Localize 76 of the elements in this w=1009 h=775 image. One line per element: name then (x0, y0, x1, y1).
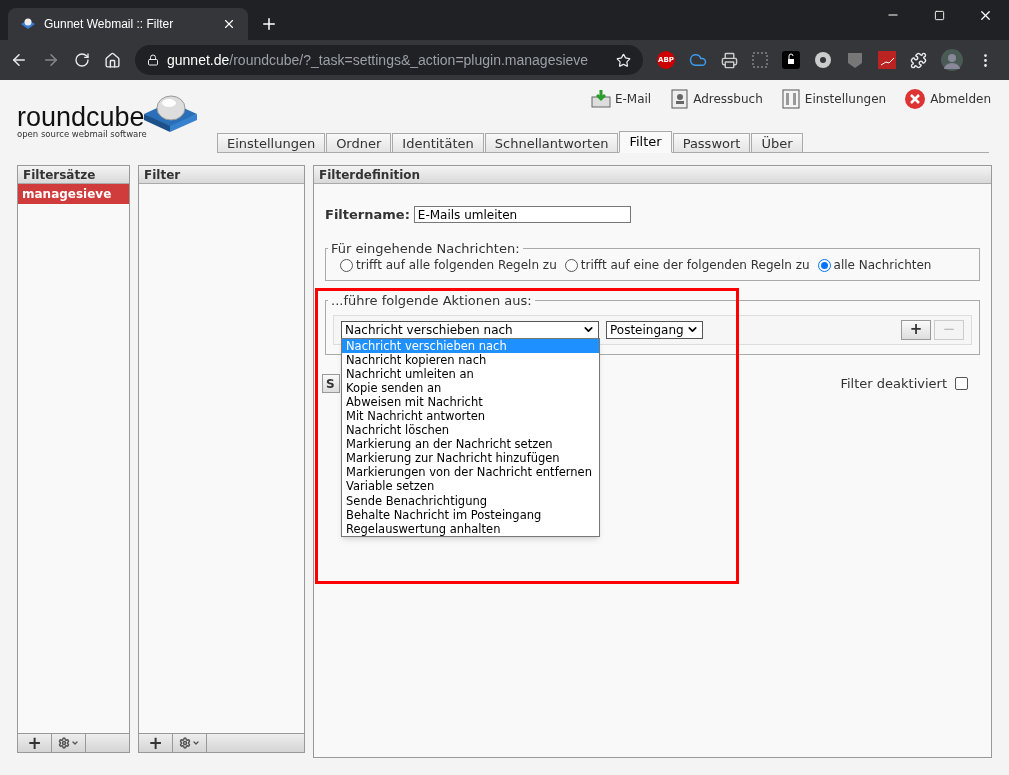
url-text: gunnet.de/roundcube/?_task=settings&_action=plugin.managesieve (167, 50, 590, 70)
switches-icon (780, 89, 801, 109)
unlock-extension-icon[interactable] (782, 51, 800, 69)
chart-extension-icon[interactable] (878, 51, 896, 69)
logo-tagline: open source webmail software (17, 128, 148, 141)
bookmark-star-icon[interactable] (616, 52, 631, 68)
dropdown-option[interactable]: Sende Benachrichtigung (342, 493, 599, 508)
browser-tab[interactable]: Gunnet Webmail :: Filter (8, 8, 248, 40)
settings-tab[interactable]: Schnellantworten (484, 133, 619, 153)
caret-icon (71, 739, 79, 747)
actions-legend: ...führe folgende Aktionen aus: (328, 291, 535, 311)
dropdown-option[interactable]: Nachricht umleiten an (342, 366, 599, 381)
nav-link[interactable]: Einstellungen (780, 88, 887, 110)
extensions-icon[interactable] (910, 51, 927, 69)
nav-link[interactable]: Abmelden (904, 88, 991, 110)
shield-extension-icon[interactable] (846, 51, 864, 69)
address-book-icon (669, 89, 690, 109)
logout-icon (904, 88, 927, 110)
inbox-download-icon (590, 89, 611, 109)
settings-tab[interactable]: Einstellungen (217, 133, 326, 153)
circle-extension-icon[interactable] (814, 51, 832, 69)
match-radio[interactable] (564, 258, 578, 272)
gear-icon (58, 737, 70, 749)
dropdown-option[interactable]: Markierung an der Nachricht setzen (342, 437, 599, 452)
add-button[interactable]: + (139, 734, 173, 752)
cloud-extension-icon[interactable] (689, 51, 707, 69)
printer-extension-icon[interactable] (721, 51, 738, 69)
dropdown-option[interactable]: Markierungen von der Nachricht entfernen (342, 465, 599, 480)
match-radio[interactable] (817, 258, 831, 272)
radio-label: trifft auf eine der folgenden Regeln zu (580, 257, 810, 274)
panel-header: Filter (139, 166, 304, 184)
reload-icon[interactable] (74, 52, 90, 68)
settings-tab[interactable]: Identitäten (392, 133, 484, 153)
app-logo-icon (20, 17, 36, 31)
dropdown-option[interactable]: Kopie senden an (342, 380, 599, 395)
dropdown-option[interactable]: Variable setzen (342, 479, 599, 494)
folder-select[interactable]: Posteingang (606, 320, 703, 339)
filtername-field[interactable]: E-Mails umleiten (413, 206, 631, 224)
forward-icon[interactable] (42, 51, 60, 69)
close-icon[interactable] (222, 17, 236, 31)
dropdown-option[interactable]: Nachricht löschen (342, 423, 599, 438)
action-select[interactable]: Nachricht verschieben nach (341, 320, 599, 339)
caret-icon (192, 739, 200, 747)
new-tab-icon[interactable] (260, 15, 278, 33)
maximize-icon[interactable] (934, 9, 945, 21)
panel-header: Filtersätze (18, 166, 129, 184)
settings-tab[interactable]: Ordner (326, 133, 392, 153)
filtername-label: Filtername: (325, 206, 410, 224)
home-icon[interactable] (104, 51, 121, 69)
back-icon[interactable] (10, 51, 28, 69)
dropdown-option[interactable]: Abweisen mit Nachricht (342, 394, 599, 409)
nav-link[interactable]: E-Mail (590, 88, 652, 110)
filterset-item[interactable]: managesieve (18, 184, 129, 204)
avatar-icon[interactable] (941, 49, 963, 71)
lock-icon (147, 54, 159, 66)
add-action-button[interactable]: + (901, 319, 931, 340)
nav-link[interactable]: Adressbuch (669, 88, 763, 110)
dropdown-option[interactable]: Regelauswertung anhalten (342, 521, 599, 536)
radio-label: alle Nachrichten (833, 257, 932, 274)
panel-header: Filterdefinition (314, 166, 991, 184)
settings-tab[interactable]: Filter (619, 131, 672, 153)
settings-tab[interactable]: Passwort (672, 133, 751, 153)
dropdown-option[interactable]: Nachricht kopieren nach (342, 352, 599, 367)
address-bar[interactable]: gunnet.de/roundcube/?_task=settings&_action=plugin.managesieve (135, 45, 643, 75)
tab-title: Gunnet Webmail :: Filter (44, 16, 175, 33)
incoming-legend: Für eingehende Nachrichten: (328, 238, 523, 258)
disabled-label: Filter deaktiviert (840, 374, 947, 393)
dropdown-option[interactable]: Mit Nachricht antworten (342, 408, 599, 424)
match-radio[interactable] (340, 258, 353, 272)
dropdown-option[interactable]: Markierung zur Nachricht hinzufügen (342, 451, 599, 466)
dashed-square-icon[interactable] (752, 52, 768, 68)
radio-label: trifft auf alle folgenden Regeln zu (356, 257, 557, 274)
dropdown-option[interactable]: Behalte Nachricht im Posteingang (342, 507, 599, 522)
settings-tab[interactable]: Über (751, 133, 803, 153)
gear-icon (179, 737, 191, 749)
save-button[interactable]: S (322, 373, 340, 393)
